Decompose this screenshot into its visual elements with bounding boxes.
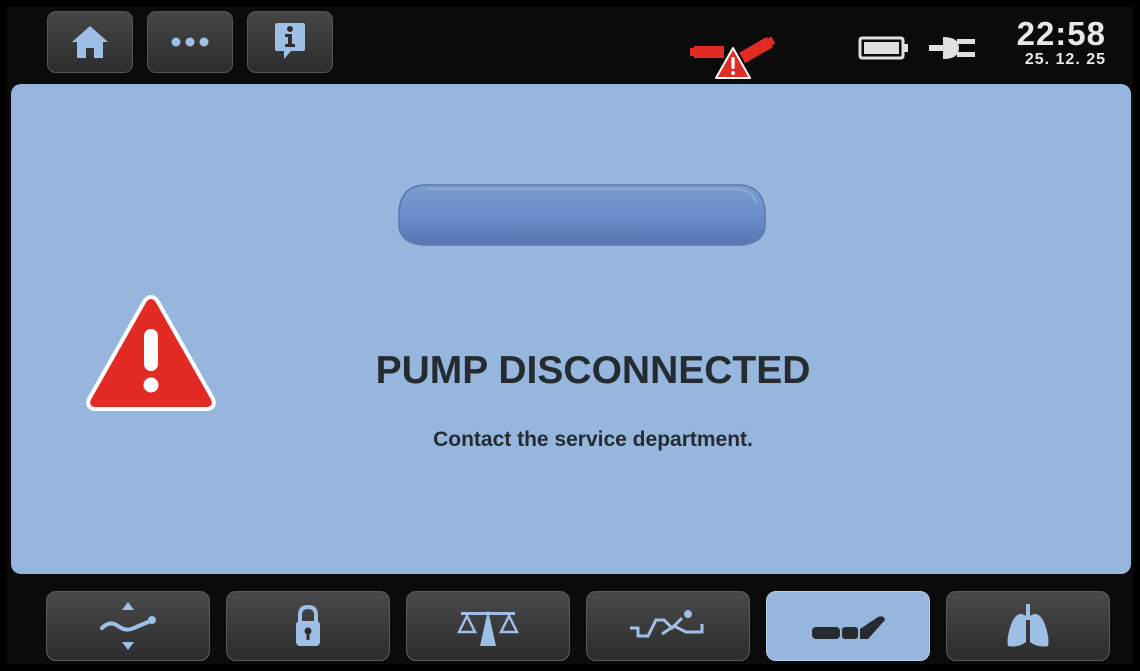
clock-time: 22:58 — [1016, 15, 1106, 52]
bed-exit-icon — [630, 610, 704, 638]
mattress-icon — [398, 184, 766, 246]
info-icon — [275, 23, 305, 59]
tab-mattress[interactable] — [766, 591, 930, 661]
clock-date: 25. 12. 25 — [1024, 51, 1106, 68]
alert-message: Contact the service department. — [433, 428, 753, 451]
info-button[interactable] — [247, 11, 333, 73]
home-button[interactable] — [47, 11, 133, 73]
scale-icon — [456, 610, 520, 646]
home-icon — [72, 26, 108, 58]
tab-position-adjust[interactable] — [46, 591, 210, 661]
tab-bed-exit[interactable] — [586, 591, 750, 661]
lock-icon — [296, 604, 320, 646]
more-button[interactable] — [147, 11, 233, 73]
clock: 22:58 25. 12. 25 — [1000, 15, 1106, 70]
tab-lungs[interactable] — [946, 591, 1110, 661]
lungs-icon — [1007, 604, 1049, 647]
battery-icon — [858, 36, 908, 60]
pump-disconnected-warning-icon — [690, 36, 776, 79]
alert-title: PUMP DISCONNECTED — [375, 349, 811, 392]
mattress-icon — [812, 616, 885, 639]
tab-scale[interactable] — [406, 591, 570, 661]
position-adjust-icon — [100, 602, 156, 650]
plug-icon — [929, 37, 975, 59]
alert-panel: PUMP DISCONNECTED Contact the service de… — [11, 84, 1131, 574]
tab-lock[interactable] — [226, 591, 390, 661]
more-icon — [171, 37, 209, 47]
